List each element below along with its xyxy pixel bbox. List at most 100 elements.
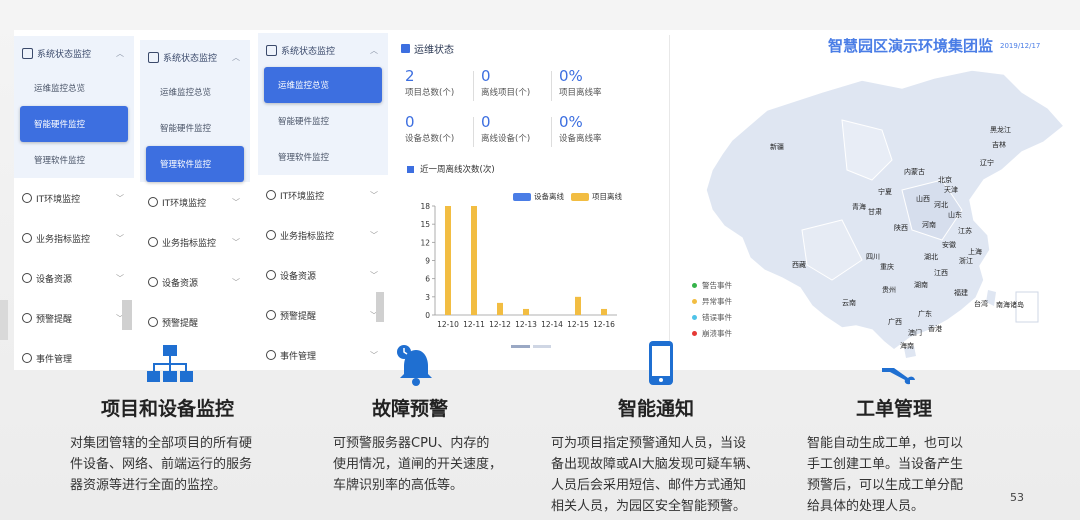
chevron-down-icon: ﹀ <box>116 273 124 283</box>
sidebar-item-it-env[interactable]: IT环境监控 ﹀ <box>140 182 250 222</box>
sidebar-sub-item[interactable]: 管理软件监控 <box>14 142 134 178</box>
sidebar-item-label: 预警提醒 <box>162 318 199 329</box>
y-tick-label: 18 <box>420 202 430 211</box>
sidebar-item-devices[interactable]: 设备资源 ﹀ <box>258 255 388 295</box>
wrench-icon <box>882 368 915 385</box>
feature-title: 工单管理 <box>856 398 933 420</box>
description-line: 手工创建工单。当设备产生 <box>807 457 964 472</box>
sidebar-1: 系统状态监控 ︿ 运维监控总览 智能硬件监控 管理软件监控 IT环境监控 ﹀ 业务… <box>14 36 134 370</box>
sidebar-item-business[interactable]: 业务指标监控 ﹀ <box>14 218 134 258</box>
map-label: 贵州 <box>882 286 896 294</box>
slide: 系统状态监控 ︿ 运维监控总览 智能硬件监控 管理软件监控 IT环境监控 ﹀ 业务… <box>0 0 1080 520</box>
chevron-down-icon: ﹀ <box>232 277 240 287</box>
map-label: 青海 <box>852 203 866 211</box>
legend-error[interactable]: 错误事件 <box>692 312 732 323</box>
sidebar-group-header[interactable]: 系统状态监控 ︿ <box>14 36 134 70</box>
x-tick-label: 12-13 <box>515 320 537 329</box>
sidebar-sub-item[interactable]: 运维监控总览 <box>140 74 250 110</box>
business-icon <box>266 230 276 240</box>
sidebar-sub-item[interactable]: 智能硬件监控 <box>258 103 388 139</box>
map-label: 陕西 <box>894 224 908 232</box>
map-label: 香港 <box>928 325 942 333</box>
sidebar-item-label: 业务指标监控 <box>280 231 335 242</box>
pager-dots[interactable] <box>511 345 551 348</box>
sidebar-sub-item[interactable]: 管理软件监控 <box>258 139 388 175</box>
description-line: 给具体的处理人员。 <box>807 499 925 514</box>
sidebar-2: 系统状态监控 ︿ 运维监控总览 智能硬件监控 管理软件监控 IT环境监控 ﹀ 业务… <box>140 40 250 370</box>
map-label: 湖北 <box>924 253 938 261</box>
sidebar-item-devices[interactable]: 设备资源 ﹀ <box>14 258 134 298</box>
feature-description: 智能自动生成工单，也可以 手工创建工单。当设备产生 预警后，可以生成工单分配 给… <box>807 433 963 517</box>
bar-project <box>445 206 451 315</box>
device-icon <box>266 270 276 280</box>
sidebar-group-header[interactable]: 系统状态监控 ︿ <box>140 40 250 74</box>
mobile-phone-icon <box>649 341 673 385</box>
description-line: 对集团管辖的全部项目的所有硬 <box>70 436 253 451</box>
warning-icon <box>148 317 158 327</box>
sidebar-item-label: 设备资源 <box>280 271 317 282</box>
sidebar-sub-item-active[interactable]: 管理软件监控 <box>146 146 244 182</box>
sidebar-item-alerts[interactable]: 预警提醒 ﹀ <box>14 298 134 338</box>
description-line: 件设备、网络、前端运行的服务 <box>70 457 253 472</box>
chevron-down-icon: ﹀ <box>232 197 240 207</box>
sidebar-item-events[interactable]: 事件管理 ﹀ <box>258 335 388 370</box>
sidebar-group: 系统状态监控 ︿ 运维监控总览 智能硬件监控 管理软件监控 <box>258 33 388 175</box>
legend-warning[interactable]: 警告事件 <box>692 280 732 291</box>
sidebar-item-alerts[interactable]: 预警提醒 <box>140 302 250 342</box>
sidebar-item-it-env[interactable]: IT环境监控 ﹀ <box>258 175 388 215</box>
sidebar-item-business[interactable]: 业务指标监控 ﹀ <box>258 215 388 255</box>
sidebar-sub-item-active[interactable]: 运维监控总览 <box>264 67 382 103</box>
description-line: 器资源等进行全面的监控。 <box>70 478 227 493</box>
chevron-down-icon: ﹀ <box>370 230 378 240</box>
warning-icon <box>266 310 276 320</box>
sidebar-sub-item-active[interactable]: 智能硬件监控 <box>20 106 128 142</box>
map-label: 宁夏 <box>878 188 892 196</box>
map-label: 台湾 <box>974 300 988 308</box>
bar-project <box>497 302 503 315</box>
device-icon <box>22 273 32 283</box>
map-label: 山西 <box>916 195 930 203</box>
chevron-up-icon: ︿ <box>232 52 240 62</box>
x-tick-label: 12-11 <box>463 320 485 329</box>
legend-label: 异常事件 <box>702 297 732 306</box>
map-title: 智慧园区演示环境集团监 <box>828 37 994 55</box>
business-icon <box>148 237 158 247</box>
legend-crash[interactable]: 崩溃事件 <box>692 328 732 339</box>
offline-bar-chart: 0 3 6 9 12 15 18 12-10 12-11 12-12 12-13 12-14 12-15… <box>420 202 617 329</box>
monitor-icon <box>266 44 277 56</box>
feature-title: 项目和设备监控 <box>101 398 235 420</box>
sidebar-item-devices[interactable]: 设备资源 ﹀ <box>140 262 250 302</box>
map-label: 甘肃 <box>868 208 882 216</box>
event-icon <box>266 350 276 360</box>
sidebar-item-it-env[interactable]: IT环境监控 ﹀ <box>14 178 134 218</box>
map-label: 吉林 <box>992 141 1006 149</box>
map-label: 西藏 <box>792 261 806 269</box>
map-label: 湖南 <box>914 281 928 289</box>
legend-label: 崩溃事件 <box>702 329 732 338</box>
chevron-down-icon: ﹀ <box>370 190 378 200</box>
y-tick-label: 6 <box>425 275 430 284</box>
pager-dot[interactable] <box>511 345 530 348</box>
description-line: 人员后会采用短信、邮件方式通知 <box>551 478 747 493</box>
feature-description: 可为项目指定预警通知人员，当设 备出现故障或AI大脑发现可疑车辆、 人员后会采用… <box>551 433 759 517</box>
map-date: 2019/12/17 <box>1000 42 1041 50</box>
cyan-dot-icon <box>692 315 697 320</box>
device-icon <box>148 277 158 287</box>
legend-label: 错误事件 <box>702 313 732 322</box>
sidebar-group-header[interactable]: 系统状态监控 ︿ <box>258 33 388 67</box>
legend-abnormal[interactable]: 异常事件 <box>692 296 732 307</box>
sidebar-sub-item[interactable]: 运维监控总览 <box>14 70 134 106</box>
x-tick-label: 12-15 <box>567 320 589 329</box>
sidebar-sub-item[interactable]: 智能硬件监控 <box>140 110 250 146</box>
china-map-panel: 智慧园区演示环境集团监 2019/12/17 警告事件 异常事件 错误事件 崩溃… <box>672 30 1080 370</box>
sidebar-item-alerts[interactable]: 预警提醒 ﹀ <box>258 295 388 335</box>
x-tick-label: 12-14 <box>541 320 563 329</box>
map-label: 河南 <box>922 221 936 229</box>
y-tick-label: 3 <box>425 293 430 302</box>
chevron-down-icon: ﹀ <box>116 233 124 243</box>
sidebar-item-business[interactable]: 业务指标监控 ﹀ <box>140 222 250 262</box>
sidebar-item-events[interactable]: 事件管理 <box>14 338 134 370</box>
pager-dot[interactable] <box>532 345 551 348</box>
chevron-down-icon: ﹀ <box>232 237 240 247</box>
map-label: 北京 <box>938 176 952 184</box>
